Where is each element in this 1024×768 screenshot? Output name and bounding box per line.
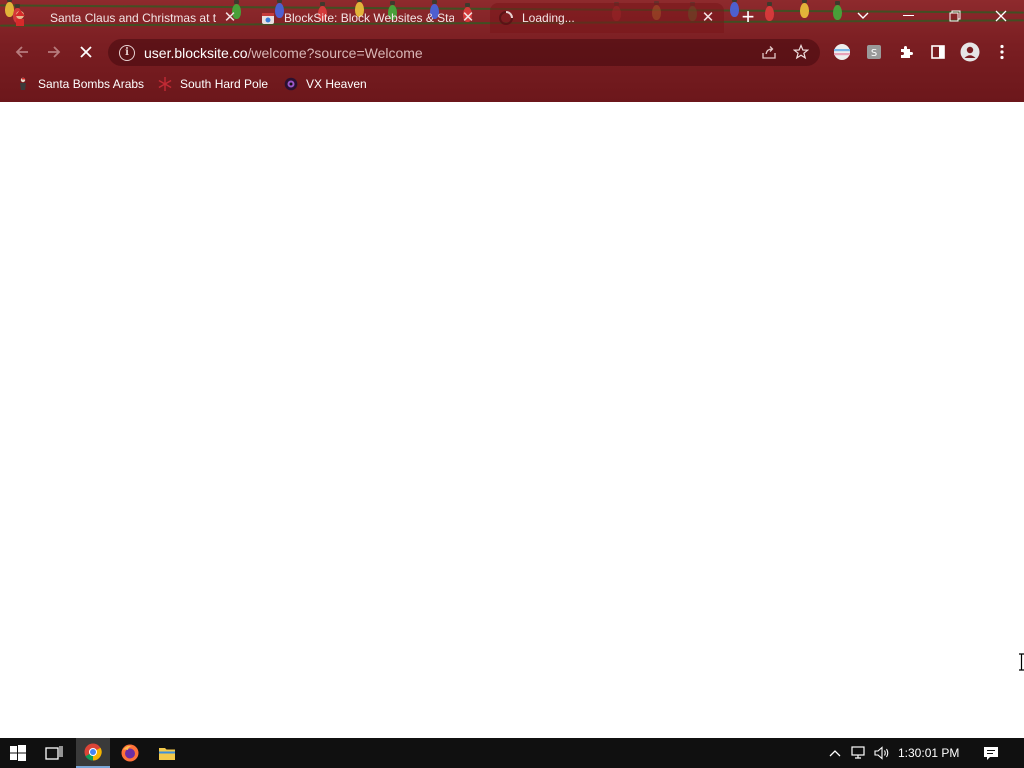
hidden-icons-chevron-icon[interactable]	[826, 738, 844, 768]
bookmarks-bar: Santa Bombs Arabs South Hard Pole VX Hea…	[0, 70, 1024, 98]
volume-icon[interactable]	[872, 738, 894, 768]
snowflake-icon	[158, 77, 172, 91]
toolbar: i user.blocksite.co/welcome?source=Welco…	[0, 36, 1024, 68]
browser-chrome: Santa Claus and Christmas at the ✕ Block…	[0, 0, 1024, 102]
tab-title: BlockSite: Block Websites & Stay	[284, 11, 454, 25]
bookmark-south-hard-pole[interactable]: South Hard Pole	[158, 76, 268, 92]
text-cursor-icon	[1019, 653, 1024, 671]
santa-favicon-icon	[12, 10, 28, 26]
page-content	[0, 102, 1024, 738]
new-tab-button[interactable]: +	[737, 6, 759, 28]
tab-santa-claus[interactable]: Santa Claus and Christmas at the ✕	[4, 3, 246, 33]
menu-kebab-icon[interactable]	[991, 41, 1013, 63]
santa-figure-icon	[16, 77, 30, 91]
extension-s-icon[interactable]: S	[863, 41, 885, 63]
tab-blocksite[interactable]: BlockSite: Block Websites & Stay ✕	[252, 3, 484, 33]
firefox-taskbar-icon[interactable]	[116, 738, 144, 768]
blocksite-favicon-icon	[260, 10, 276, 26]
bookmark-vx-heaven[interactable]: VX Heaven	[284, 76, 367, 92]
bookmark-label: South Hard Pole	[180, 77, 269, 91]
tab-search-chevron-icon[interactable]	[840, 0, 886, 32]
action-center-icon[interactable]	[980, 738, 1002, 768]
system-clock[interactable]: 1:30:01 PM	[898, 746, 959, 760]
bookmark-label: Santa Bombs Arabs	[38, 77, 145, 91]
address-bar[interactable]: i user.blocksite.co/welcome?source=Welco…	[108, 39, 820, 66]
extensions-puzzle-icon[interactable]	[895, 41, 917, 63]
loading-spinner-icon	[498, 10, 514, 26]
back-button[interactable]	[10, 40, 34, 64]
network-icon[interactable]	[849, 738, 869, 768]
restore-button[interactable]	[932, 0, 978, 32]
share-icon[interactable]	[758, 41, 780, 63]
close-window-button[interactable]	[978, 0, 1024, 32]
bookmark-santa-bombs-arabs[interactable]: Santa Bombs Arabs	[16, 76, 144, 92]
file-explorer-taskbar-icon[interactable]	[153, 738, 181, 768]
tab-title: Loading...	[522, 11, 575, 25]
side-panel-icon[interactable]	[927, 41, 949, 63]
bookmark-label: VX Heaven	[306, 77, 367, 91]
tab-loading[interactable]: Loading... ✕	[490, 3, 724, 33]
extension-flag-icon[interactable]	[831, 41, 853, 63]
stop-loading-button[interactable]	[74, 40, 98, 64]
windows-start-icon[interactable]	[4, 738, 32, 768]
chrome-taskbar-icon[interactable]	[76, 738, 110, 768]
svg-text:S: S	[871, 48, 877, 59]
tab-close-icon[interactable]: ✕	[460, 10, 476, 26]
minimize-button[interactable]	[886, 0, 932, 32]
profile-avatar-icon[interactable]	[959, 41, 981, 63]
address-url: user.blocksite.co/welcome?source=Welcome	[144, 45, 423, 61]
bookmark-star-icon[interactable]	[790, 41, 812, 63]
tab-title: Santa Claus and Christmas at the	[50, 11, 216, 25]
tab-close-icon[interactable]: ✕	[700, 10, 716, 26]
url-path: /welcome?source=Welcome	[247, 44, 423, 61]
task-view-icon[interactable]	[40, 738, 68, 768]
vx-eye-icon	[284, 77, 298, 91]
site-info-icon[interactable]: i	[119, 44, 135, 61]
taskbar: 1:30:01 PM	[0, 738, 1024, 768]
forward-button[interactable]	[42, 40, 66, 64]
url-host: user.blocksite.co	[144, 44, 248, 61]
tab-close-icon[interactable]: ✕	[222, 10, 238, 26]
